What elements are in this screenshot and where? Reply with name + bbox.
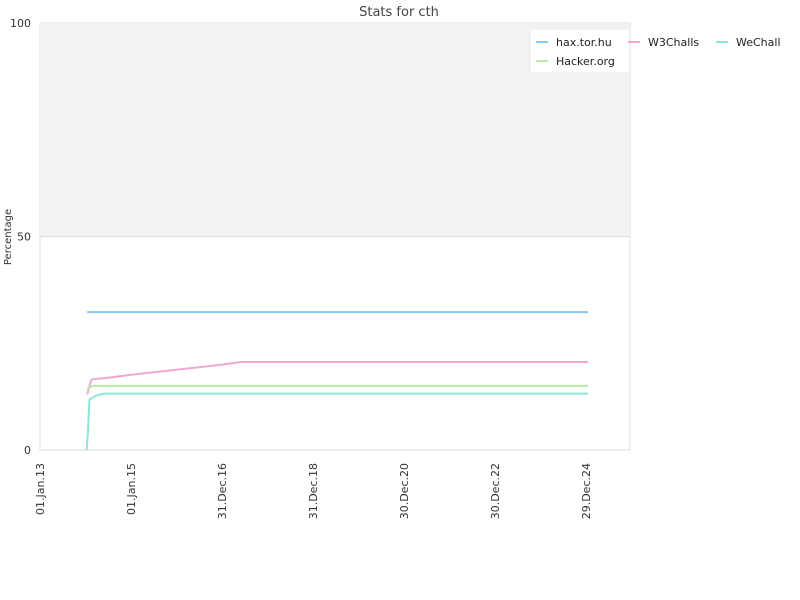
chart-title: Stats for cth — [359, 5, 439, 20]
x-axis-ticks: 01.Jan.13 01.Jan.15 31.Dec.16 31.Dec.18 30.D… — [34, 463, 593, 519]
y-tick-label: 50 — [17, 231, 31, 244]
legend-label: hax.tor.hu — [556, 36, 612, 49]
legend-item[interactable]: W3Challs — [628, 36, 699, 49]
line-chart: Stats for cth Percentage 0 50 100 01.Jan.1… — [3, 5, 781, 519]
y-tick-label: 0 — [24, 444, 31, 457]
x-tick-label: 31.Dec.18 — [307, 463, 320, 519]
legend-label: WeChall — [736, 36, 781, 49]
legend[interactable]: hax.tor.hu W3Challs WeChall Hacker.org — [531, 30, 781, 72]
x-tick-label: 30.Dec.20 — [398, 463, 411, 519]
legend-label: Hacker.org — [556, 55, 615, 68]
x-tick-label: 30.Dec.22 — [489, 463, 502, 519]
x-tick-label: 01.Jan.15 — [125, 463, 138, 515]
x-tick-label: 29.Dec.24 — [580, 463, 593, 519]
y-axis-label: Percentage — [3, 209, 14, 265]
x-tick-label: 31.Dec.16 — [216, 463, 229, 519]
legend-item[interactable]: WeChall — [716, 36, 781, 49]
legend-label: W3Challs — [648, 36, 699, 49]
x-tick-label: 01.Jan.13 — [34, 463, 47, 515]
y-tick-label: 100 — [10, 17, 31, 30]
